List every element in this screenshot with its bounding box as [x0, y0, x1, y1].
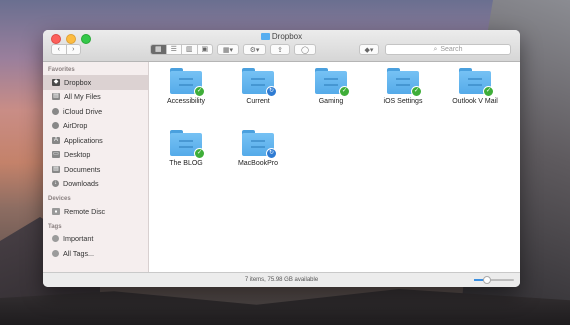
sidebar-item-label: AirDrop — [63, 121, 88, 131]
folder-icon: ✓ — [170, 130, 205, 159]
sync-complete-icon: ✓ — [483, 86, 494, 97]
window-title: Dropbox — [43, 32, 520, 41]
sidebar-item-label: Remote Disc — [64, 206, 106, 216]
applications-icon: A — [52, 136, 60, 144]
folder-icon: ↻ — [242, 68, 277, 97]
folder-item[interactable]: ✓ The BLOG — [151, 130, 221, 167]
action-gear-button[interactable]: ⚙▾ — [243, 44, 266, 55]
sidebar-section-devices: Devices — [48, 196, 71, 202]
sidebar-section-tags: Tags — [48, 223, 62, 230]
search-placeholder: Search — [440, 46, 463, 53]
dropbox-icon: ◆ — [52, 78, 60, 86]
sync-complete-icon: ✓ — [194, 86, 205, 97]
share-button[interactable]: ⇪ — [270, 44, 290, 55]
folder-item[interactable]: ✓ Outlook V Mail — [440, 68, 510, 105]
documents-icon: ▤ — [52, 165, 60, 173]
sidebar-item-airdrop[interactable]: AirDrop — [43, 119, 148, 134]
list-view-button[interactable]: ☰ — [165, 45, 182, 54]
folder-icon: ↻ — [242, 130, 277, 159]
folder-icon: ✓ — [170, 68, 205, 97]
sidebar-item-dropbox[interactable]: ◆ Dropbox — [43, 75, 148, 90]
window-title-text: Dropbox — [271, 32, 303, 41]
folder-item[interactable]: ↻ MacBookPro — [223, 130, 293, 167]
nav-buttons: ‹ › — [51, 44, 81, 55]
sidebar-item-label: Dropbox — [64, 77, 92, 87]
folder-icon: ✓ — [459, 68, 494, 97]
titlebar: Dropbox ‹ › ▦ ☰ ▥ ▣ ▦▾ ⚙▾ ⇪ ◯ ◆▾ ⌕ Searc… — [43, 30, 520, 62]
folder-name: Gaming — [318, 98, 344, 105]
tag-icon — [52, 235, 59, 243]
sidebar-item-label: All Tags... — [63, 248, 95, 258]
sidebar-item-label: Desktop — [64, 150, 91, 160]
sidebar-item-applications[interactable]: A Applications — [43, 133, 148, 148]
finder-window: Dropbox ‹ › ▦ ☰ ▥ ▣ ▦▾ ⚙▾ ⇪ ◯ ◆▾ ⌕ Searc… — [43, 30, 520, 287]
folder-name: MacBookPro — [237, 160, 279, 167]
sidebar-item-downloads[interactable]: ↓ Downloads — [43, 177, 148, 192]
favorites-list: ◆ Dropbox ▤ All My Files iCloud Drive AirDrop… — [43, 75, 148, 191]
airdrop-icon — [52, 122, 59, 130]
folder-icon: ✓ — [315, 68, 350, 97]
syncing-icon: ↻ — [266, 148, 277, 159]
folder-item[interactable]: ✓ Gaming — [296, 68, 366, 105]
syncing-icon: ↻ — [266, 86, 277, 97]
folder-name: Outlook V Mail — [452, 98, 498, 105]
sidebar-item-label: All My Files — [64, 92, 101, 102]
arrange-button[interactable]: ▦▾ — [217, 44, 239, 55]
search-icon: ⌕ — [433, 45, 438, 53]
cloud-icon — [52, 107, 59, 115]
view-mode-buttons: ▦ ☰ ▥ ▣ — [150, 44, 213, 55]
folder-name: Current — [246, 98, 270, 105]
tag-icon — [52, 249, 59, 257]
cover-flow-button[interactable]: ▣ — [196, 45, 213, 54]
tags-button[interactable]: ◯ — [294, 44, 316, 55]
folder-item[interactable]: ✓ Accessibility — [151, 68, 221, 105]
sidebar-item-important[interactable]: Important — [43, 232, 148, 247]
sidebar-item-all-tags[interactable]: All Tags... — [43, 246, 148, 261]
file-browser: ✓ Accessibility ↻ Current ✓ Gaming ✓ iOS Settin… — [149, 62, 520, 273]
column-view-button[interactable]: ▥ — [181, 45, 197, 54]
status-bar: 7 items, 75.98 GB available — [43, 272, 520, 287]
sidebar-item-documents[interactable]: ▤ Documents — [43, 162, 148, 177]
sidebar: Favorites ◆ Dropbox ▤ All My Files iCloud Dr… — [43, 62, 149, 273]
sidebar-item-label: Documents — [64, 164, 101, 174]
icon-view-button[interactable]: ▦ — [151, 45, 166, 54]
sidebar-item-all-my-files[interactable]: ▤ All My Files — [43, 90, 148, 105]
forward-button[interactable]: › — [65, 45, 81, 54]
search-field[interactable]: ⌕ Search — [385, 44, 511, 55]
folder-name: Accessibility — [166, 98, 206, 105]
all-files-icon: ▤ — [52, 93, 60, 101]
folder-item[interactable]: ✓ iOS Settings — [368, 68, 438, 105]
dropbox-menu-button[interactable]: ◆▾ — [359, 44, 379, 55]
desktop-icon: ▭ — [52, 151, 60, 159]
sidebar-item-label: Important — [63, 234, 94, 244]
back-button[interactable]: ‹ — [52, 45, 66, 54]
sync-complete-icon: ✓ — [411, 86, 422, 97]
sidebar-item-label: iCloud Drive — [63, 106, 103, 116]
folder-icon: ✓ — [387, 68, 422, 97]
icon-size-slider[interactable] — [474, 276, 514, 284]
sidebar-item-label: Applications — [64, 135, 103, 145]
folder-name: iOS Settings — [383, 98, 423, 105]
sync-complete-icon: ✓ — [194, 148, 205, 159]
sidebar-item-label: Downloads — [63, 179, 99, 189]
sidebar-item-icloud-drive[interactable]: iCloud Drive — [43, 104, 148, 119]
folder-name: The BLOG — [169, 160, 203, 167]
icon-size-slider-knob[interactable] — [483, 276, 491, 284]
folder-icon — [260, 33, 270, 41]
devices-list: Remote Disc — [43, 204, 148, 219]
disc-icon — [52, 207, 60, 215]
tags-list: Important All Tags... — [43, 232, 148, 261]
status-text: 7 items, 75.98 GB available — [244, 277, 319, 283]
downloads-icon: ↓ — [52, 180, 59, 188]
sync-complete-icon: ✓ — [339, 86, 350, 97]
sidebar-item-desktop[interactable]: ▭ Desktop — [43, 148, 148, 163]
sidebar-item-remote-disc[interactable]: Remote Disc — [43, 204, 148, 219]
folder-item[interactable]: ↻ Current — [223, 68, 293, 105]
sidebar-section-favorites: Favorites — [48, 67, 75, 73]
